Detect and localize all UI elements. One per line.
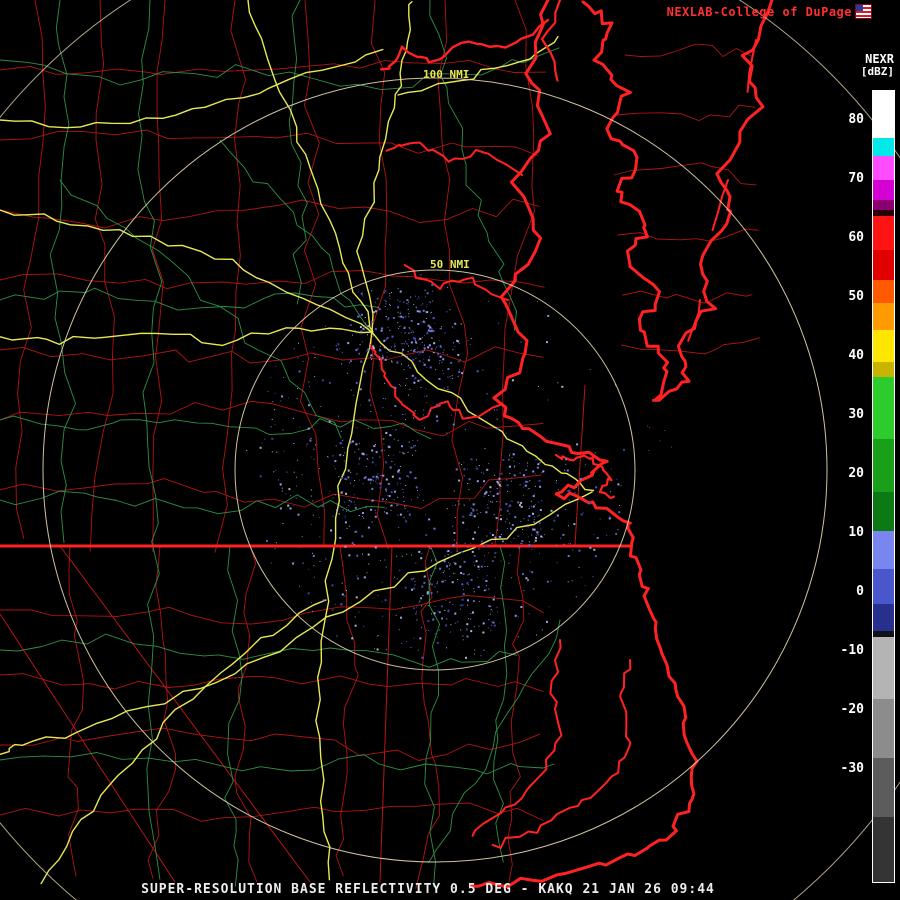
colorbar-tick-label: -10 — [840, 642, 864, 658]
county-boundary-lines-layer — [0, 0, 761, 889]
colorbar-segment — [873, 636, 894, 700]
colorbar-tick-label: 30 — [848, 406, 864, 422]
colorbar-segment — [873, 155, 894, 181]
colorbar-segment — [873, 439, 894, 493]
range-ring-label-100nmi: 100 NMI — [423, 68, 470, 81]
colorbar-units: [dBZ] — [860, 65, 894, 78]
range-ring-label-50nmi: 50 NMI — [430, 258, 470, 271]
colorbar-tick-label: -20 — [840, 701, 864, 717]
colorbar-segment — [873, 216, 894, 251]
colorbar-tick-label: 20 — [848, 465, 864, 481]
colorbar-segment — [873, 138, 894, 157]
colorbar-tick-label: 50 — [848, 288, 864, 304]
colorbar-segment — [873, 91, 894, 139]
colorbar-segment — [873, 200, 894, 211]
colorbar-segment — [873, 698, 894, 759]
coastline-layer — [369, 0, 774, 889]
colorbar-segment — [873, 604, 894, 632]
colorbar-segment — [873, 279, 894, 304]
colorbar-segment — [873, 492, 894, 532]
colorbar-segment — [873, 303, 894, 331]
colorbar-tick-label: 60 — [848, 229, 864, 245]
colorbar-segment — [873, 329, 894, 363]
roads-layer — [0, 0, 561, 887]
colorbar-segment — [873, 179, 894, 201]
range-rings-layer — [0, 0, 900, 900]
colorbar-segment — [873, 816, 894, 882]
colorbar-title: NEXR — [865, 52, 894, 66]
colorbar-segments — [873, 91, 894, 882]
brand-text: NEXLAB-College of DuPage — [666, 5, 852, 19]
brand-logo-icon — [855, 4, 872, 19]
colorbar-segment — [873, 757, 894, 818]
colorbar-tick-label: 40 — [848, 347, 864, 363]
range-ring — [234, 269, 636, 671]
colorbar-tick-label: -30 — [840, 760, 864, 776]
range-ring — [0, 0, 900, 900]
colorbar-tick-label: 0 — [856, 583, 864, 599]
radar-map — [0, 0, 900, 900]
colorbar-tick-label: 80 — [848, 111, 864, 127]
colorbar-tick-label: 70 — [848, 170, 864, 186]
colorbar-segment — [873, 362, 894, 378]
colorbar-segment — [873, 568, 894, 605]
product-caption: SUPER-RESOLUTION BASE REFLECTIVITY 0.5 D… — [141, 882, 715, 897]
colorbar-tick-label: 10 — [848, 524, 864, 540]
colorbar — [872, 90, 895, 883]
colorbar-segment — [873, 377, 894, 440]
colorbar-segment — [873, 530, 894, 570]
colorbar-segment — [873, 250, 894, 281]
radar-viewport: NEXLAB-College of DuPage 100 NMI 50 NMI … — [0, 0, 900, 900]
